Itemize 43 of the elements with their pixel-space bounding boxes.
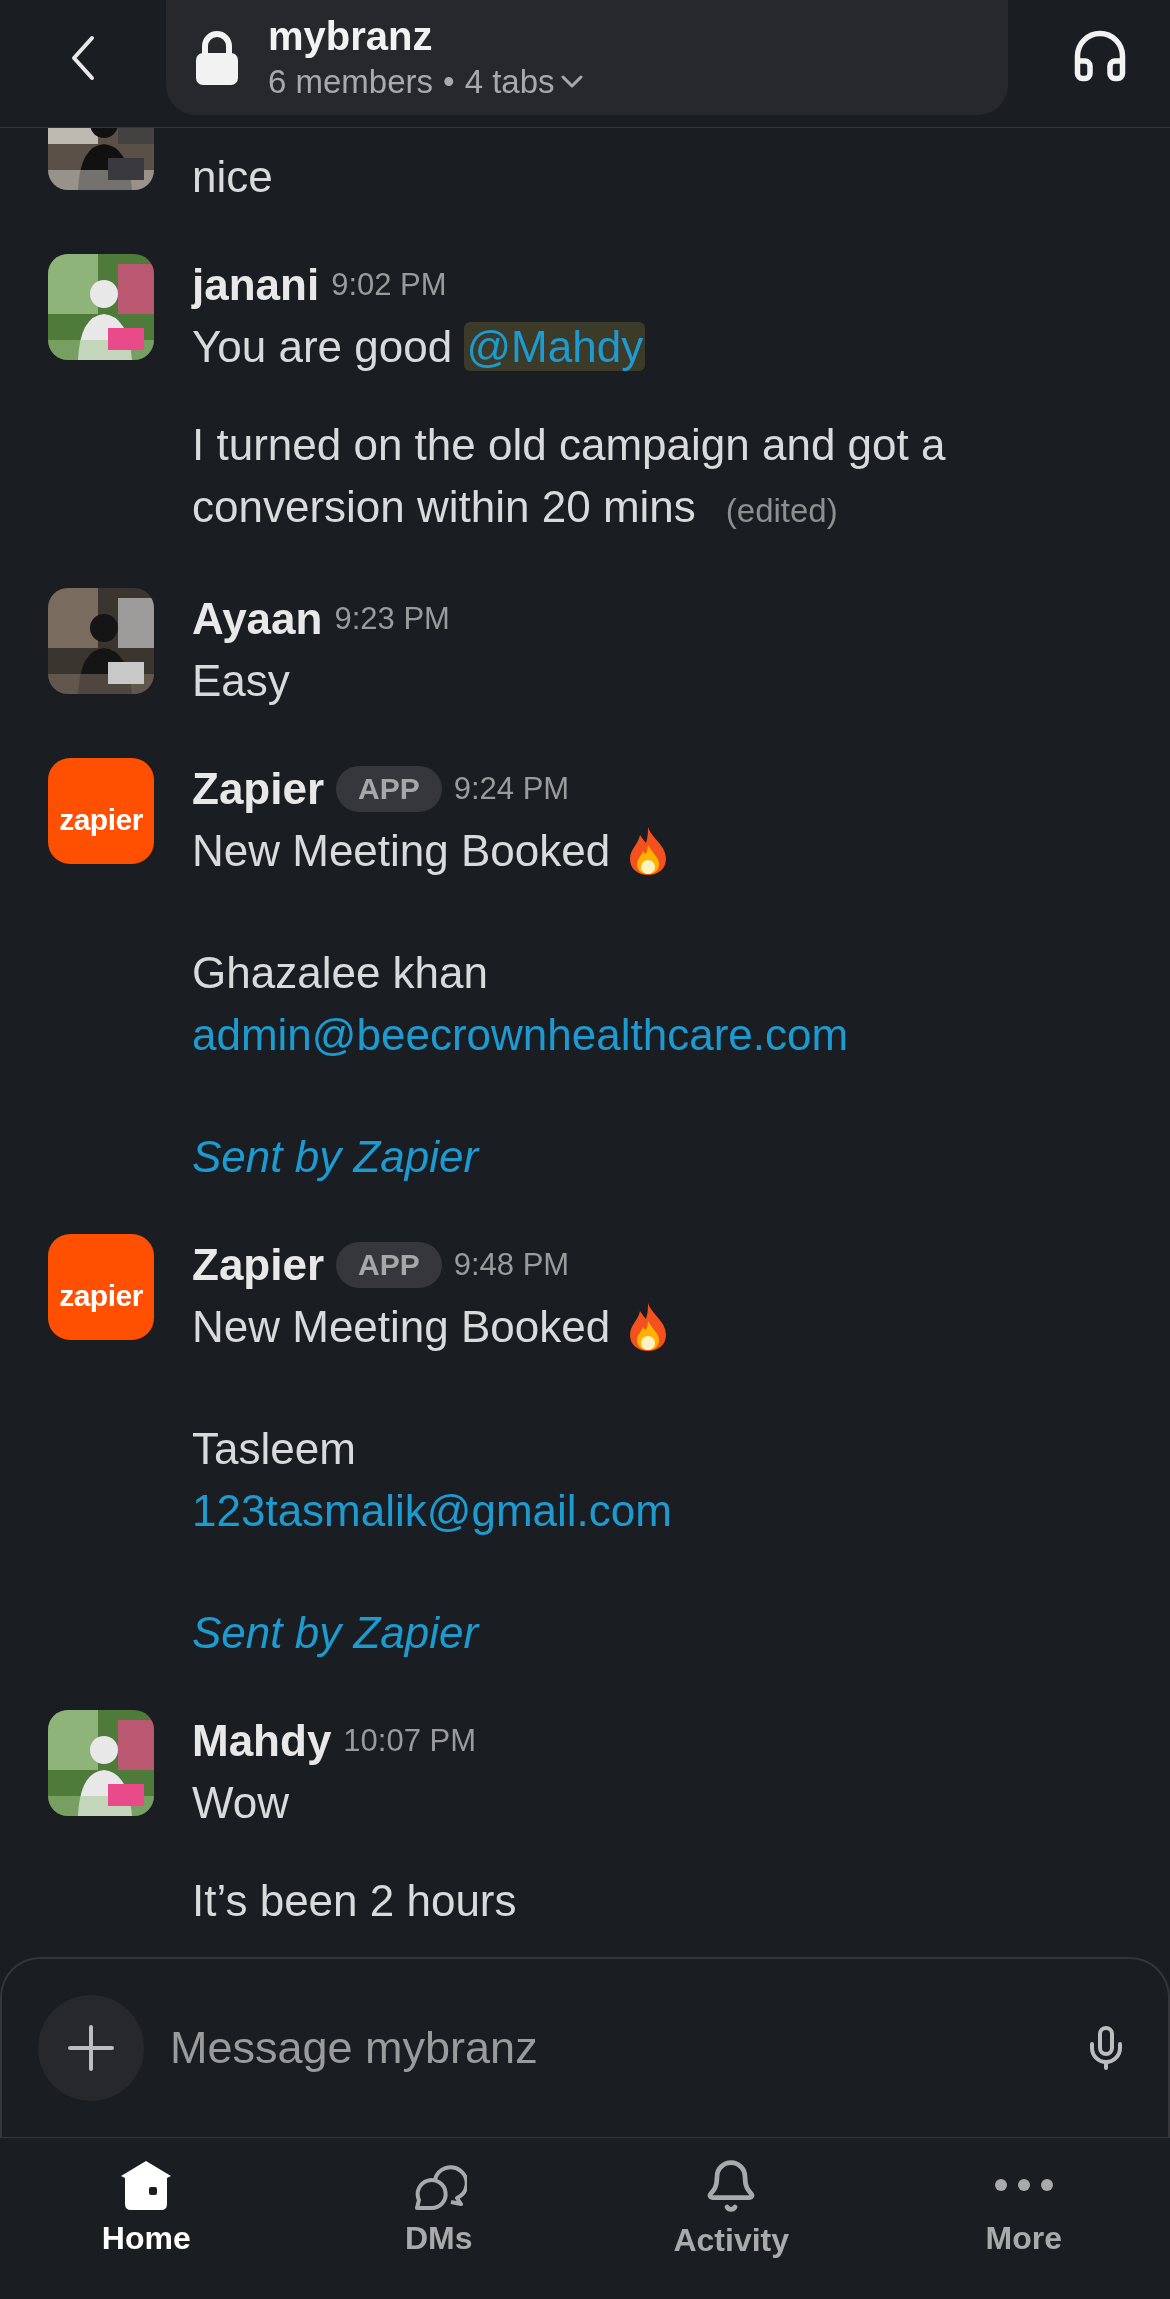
author-name[interactable]: Zapier	[192, 764, 325, 814]
nav-tab[interactable]: Home	[0, 2138, 293, 2299]
tabs-dropdown[interactable]: 4 tabs	[464, 61, 583, 102]
more-icon	[993, 2178, 1054, 2192]
email-link[interactable]: 123tasmalik@gmail.com	[192, 1480, 672, 1542]
message-text: nice	[192, 151, 273, 203]
channel-title: mybranz	[268, 13, 434, 58]
separator-dot: •	[443, 61, 455, 102]
timestamp: 9:48 PM	[453, 1247, 570, 1283]
message-text: Tasleem	[192, 1423, 356, 1475]
back-icon	[71, 34, 95, 81]
sent-by-link[interactable]: Sent by Zapier	[192, 1602, 479, 1664]
author-name[interactable]: Ayaan	[192, 594, 323, 644]
message-text: Ghazalee khan	[192, 947, 488, 999]
author-name[interactable]: janani	[192, 260, 320, 310]
app-badge: APP	[336, 1242, 442, 1288]
timestamp: 9:24 PM	[453, 771, 570, 807]
nav-tab[interactable]: More	[877, 2138, 1170, 2299]
message-text: You are good	[192, 322, 454, 371]
message-text: I turned on the old campaign and got a conversion within 20 mins (edited)	[192, 419, 947, 533]
fire-icon	[628, 827, 669, 875]
email-link[interactable]: admin@beecrownhealthcare.com	[192, 1004, 849, 1066]
plus-icon	[68, 2025, 114, 2071]
member-count: 6 members	[268, 61, 434, 102]
timestamp: 9:02 PM	[331, 267, 447, 303]
timestamp: 9:23 PM	[334, 601, 450, 637]
fire-icon	[628, 1303, 669, 1351]
message-text[interactable]: New Meeting Booked	[192, 1296, 611, 1358]
mention-link[interactable]: @Mahdy	[464, 322, 646, 371]
nav-tab[interactable]: DMs	[292, 2138, 585, 2299]
chevron-down-icon	[560, 75, 583, 88]
lock-icon	[194, 30, 240, 85]
timestamp: 10:07 PM	[343, 1723, 477, 1759]
nav-tab[interactable]: Activity	[585, 2138, 878, 2299]
sent-by-link[interactable]: Sent by Zapier	[192, 1126, 479, 1188]
author-name[interactable]: Mahdy	[192, 1716, 332, 1766]
app-badge: APP	[336, 766, 442, 812]
channel-header[interactable]: mybranz 6 members • 4 tabs	[166, 0, 1008, 115]
message-text: Wow	[192, 1777, 290, 1829]
message-text[interactable]: New Meeting Booked	[192, 820, 611, 882]
message-text: It’s been 2 hours	[192, 1875, 517, 1927]
message-text: Easy	[192, 655, 291, 707]
author-name[interactable]: Zapier	[192, 1240, 325, 1290]
